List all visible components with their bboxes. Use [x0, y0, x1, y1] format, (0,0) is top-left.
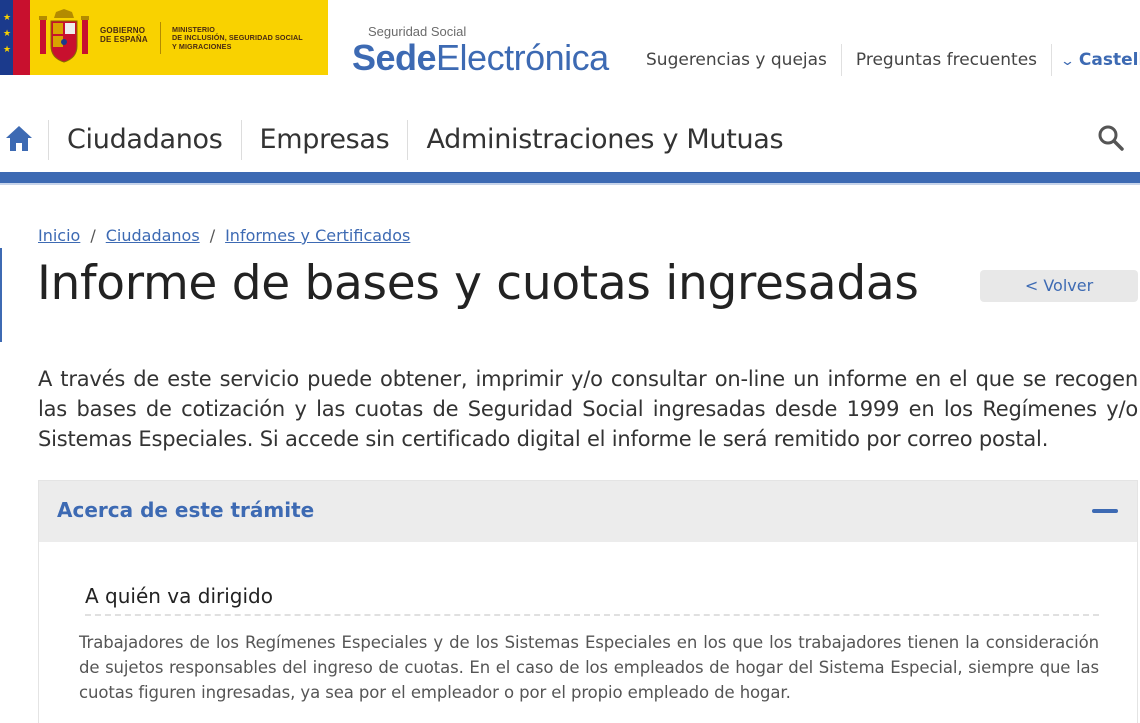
section-text: Trabajadores de los Regímenes Especiales… — [79, 633, 1099, 702]
nav-divider-bar — [0, 172, 1140, 185]
breadcrumb-inicio[interactable]: Inicio — [38, 226, 80, 245]
collapse-icon[interactable] — [1092, 509, 1118, 513]
accordion-body: A quién va dirigido Trabajadores de los … — [39, 542, 1137, 705]
language-label: Castellan — [1078, 50, 1140, 70]
sede-logo[interactable]: SedeElectrónica — [352, 37, 609, 79]
left-accent — [0, 248, 2, 342]
page-title: Informe de bases y cuotas ingresadas — [37, 256, 919, 311]
search-icon[interactable] — [1097, 124, 1125, 152]
intro-text: A través de este servicio puede obtener,… — [38, 367, 1138, 451]
top-links: Sugerencias y quejas Preguntas frecuente… — [632, 44, 1140, 76]
main-nav: Ciudadanos Empresas Administraciones y M… — [0, 116, 1140, 164]
breadcrumb: Inicio / Ciudadanos / Informes y Certificado… — [38, 226, 411, 245]
government-text: GOBIERNO DE ESPAÑA — [100, 26, 148, 44]
suggestions-link[interactable]: Sugerencias y quejas — [632, 44, 842, 76]
coat-of-arms-icon — [39, 9, 89, 63]
eu-flag: ★ ★ ★ — [0, 0, 30, 75]
section-title: A quién va dirigido — [85, 584, 1099, 616]
nav-item-ciudadanos[interactable]: Ciudadanos — [48, 120, 241, 160]
faq-link[interactable]: Preguntas frecuentes — [842, 44, 1053, 76]
home-icon[interactable] — [5, 124, 33, 152]
nav-item-administraciones[interactable]: Administraciones y Mutuas — [407, 120, 801, 160]
back-button[interactable]: < Volver — [980, 270, 1138, 302]
language-selector[interactable]: ⌄Castellan — [1052, 44, 1140, 76]
nav-item-empresas[interactable]: Empresas — [240, 120, 408, 160]
accordion-header[interactable]: Acerca de este trámite — [39, 481, 1137, 542]
chevron-down-icon: ⌄ — [1059, 54, 1076, 69]
breadcrumb-ciudadanos[interactable]: Ciudadanos — [106, 226, 200, 245]
accordion-title: Acerca de este trámite — [57, 498, 315, 522]
breadcrumb-informes[interactable]: Informes y Certificados — [225, 226, 410, 245]
about-accordion: Acerca de este trámite A quién va dirigi… — [38, 480, 1138, 723]
ministry-text: MINISTERIO DE INCLUSIÓN, SEGURIDAD SOCIA… — [172, 25, 303, 51]
government-logo[interactable]: ★ ★ ★ GOBIERNO DE ESPAÑA MINISTERIO DE I… — [0, 0, 328, 75]
